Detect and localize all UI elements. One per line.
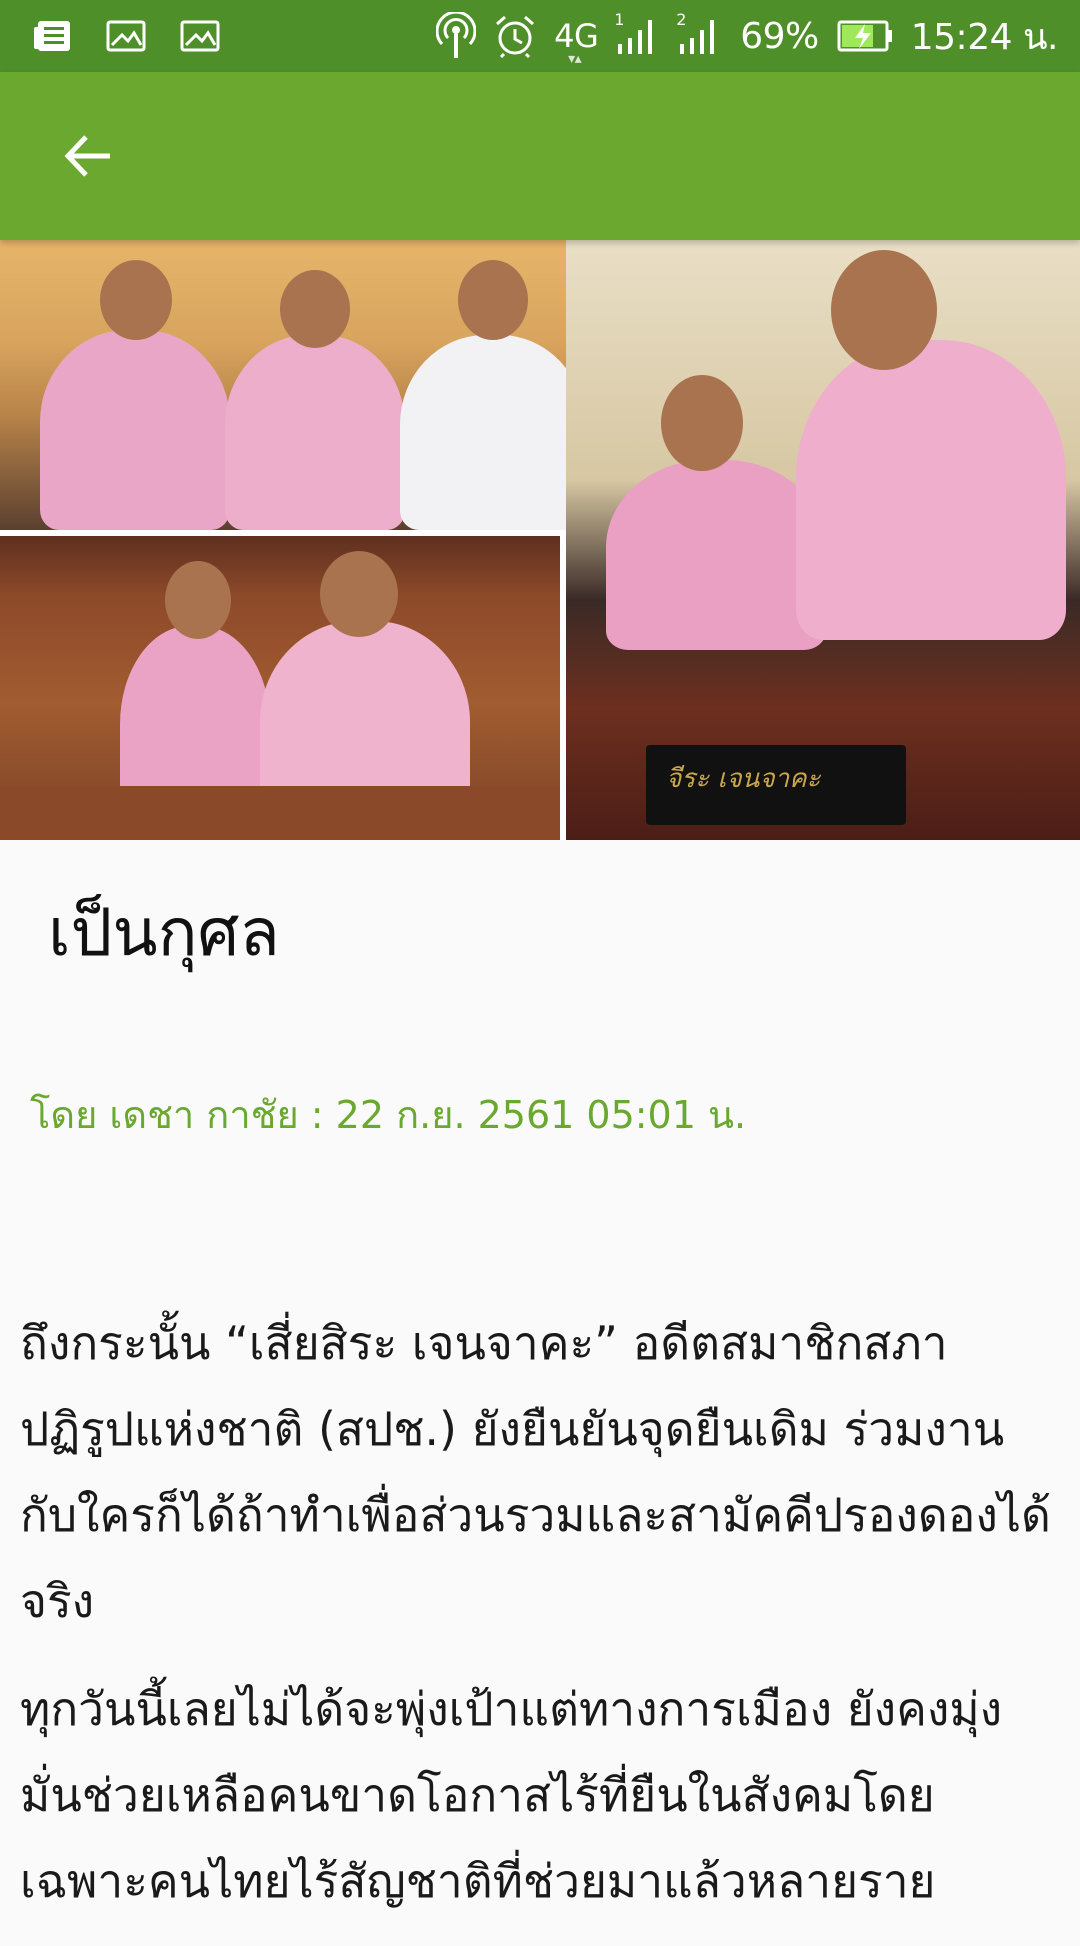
battery-charging-icon xyxy=(837,20,893,52)
app-bar xyxy=(0,72,1080,240)
data-activity-icon: ▾▴ xyxy=(568,51,582,67)
hero-image[interactable]: จีระ เจนจาคะ xyxy=(0,240,1080,840)
person-head xyxy=(165,561,231,639)
person-figure xyxy=(606,460,826,650)
person-head xyxy=(280,270,350,348)
person-head xyxy=(661,375,743,471)
alarm-icon xyxy=(494,14,536,58)
photo-two-men-office: จีระ เจนจาคะ xyxy=(566,240,1080,840)
back-button[interactable] xyxy=(40,108,136,204)
status-bar-notifications xyxy=(34,19,220,53)
network-type: 4G ▾▴ xyxy=(554,17,599,66)
sim2-label: 2 xyxy=(676,10,686,29)
notification-news-icon xyxy=(34,19,72,53)
nameplate-text: จีระ เจนจาคะ xyxy=(666,764,821,794)
article-headline: เป็นกุศล xyxy=(48,894,280,971)
status-bar: 4G ▾▴ 1 2 69% 15:24 น. xyxy=(0,0,1080,72)
article-byline: โดย เดชา กาชัย : 22 ก.ย. 2561 05:01 น. xyxy=(30,1093,747,1137)
status-bar-system: 4G ▾▴ 1 2 69% 15:24 น. xyxy=(436,8,1059,66)
article-paragraph: ถึงกระนั้น “เสี่ยสิระ เจนจาคะ” อดีตสมาชิ… xyxy=(20,1316,1051,1628)
person-head xyxy=(831,250,937,370)
sim1-label: 1 xyxy=(614,10,624,29)
person-figure xyxy=(796,340,1066,640)
network-type-label: 4G xyxy=(554,17,599,55)
photo-three-men-seated xyxy=(0,240,620,530)
railing xyxy=(0,786,560,840)
article-body: ถึงกระนั้น “เสี่ยสิระ เจนจาคะ” อดีตสมาชิ… xyxy=(20,1300,1060,1946)
image-icon xyxy=(180,20,220,52)
person-figure xyxy=(40,330,230,530)
arrow-left-icon xyxy=(64,135,110,177)
battery-percentage: 69% xyxy=(740,15,819,57)
signal-icon: 1 xyxy=(614,12,660,56)
person-figure xyxy=(225,335,405,530)
person-head xyxy=(458,260,528,340)
person-head xyxy=(100,260,172,340)
article-paragraph: ทุกวันนี้เลยไม่ได้จะพุ่งเป้าแต่ทางการเมื… xyxy=(20,1682,1003,1908)
person-head xyxy=(320,551,398,637)
hotspot-icon xyxy=(436,12,477,60)
person-figure xyxy=(400,335,585,530)
clock: 15:24 น. xyxy=(910,16,1059,58)
photo-two-men-standing xyxy=(0,536,560,840)
signal-icon: 2 xyxy=(676,12,722,56)
image-icon xyxy=(106,20,146,52)
